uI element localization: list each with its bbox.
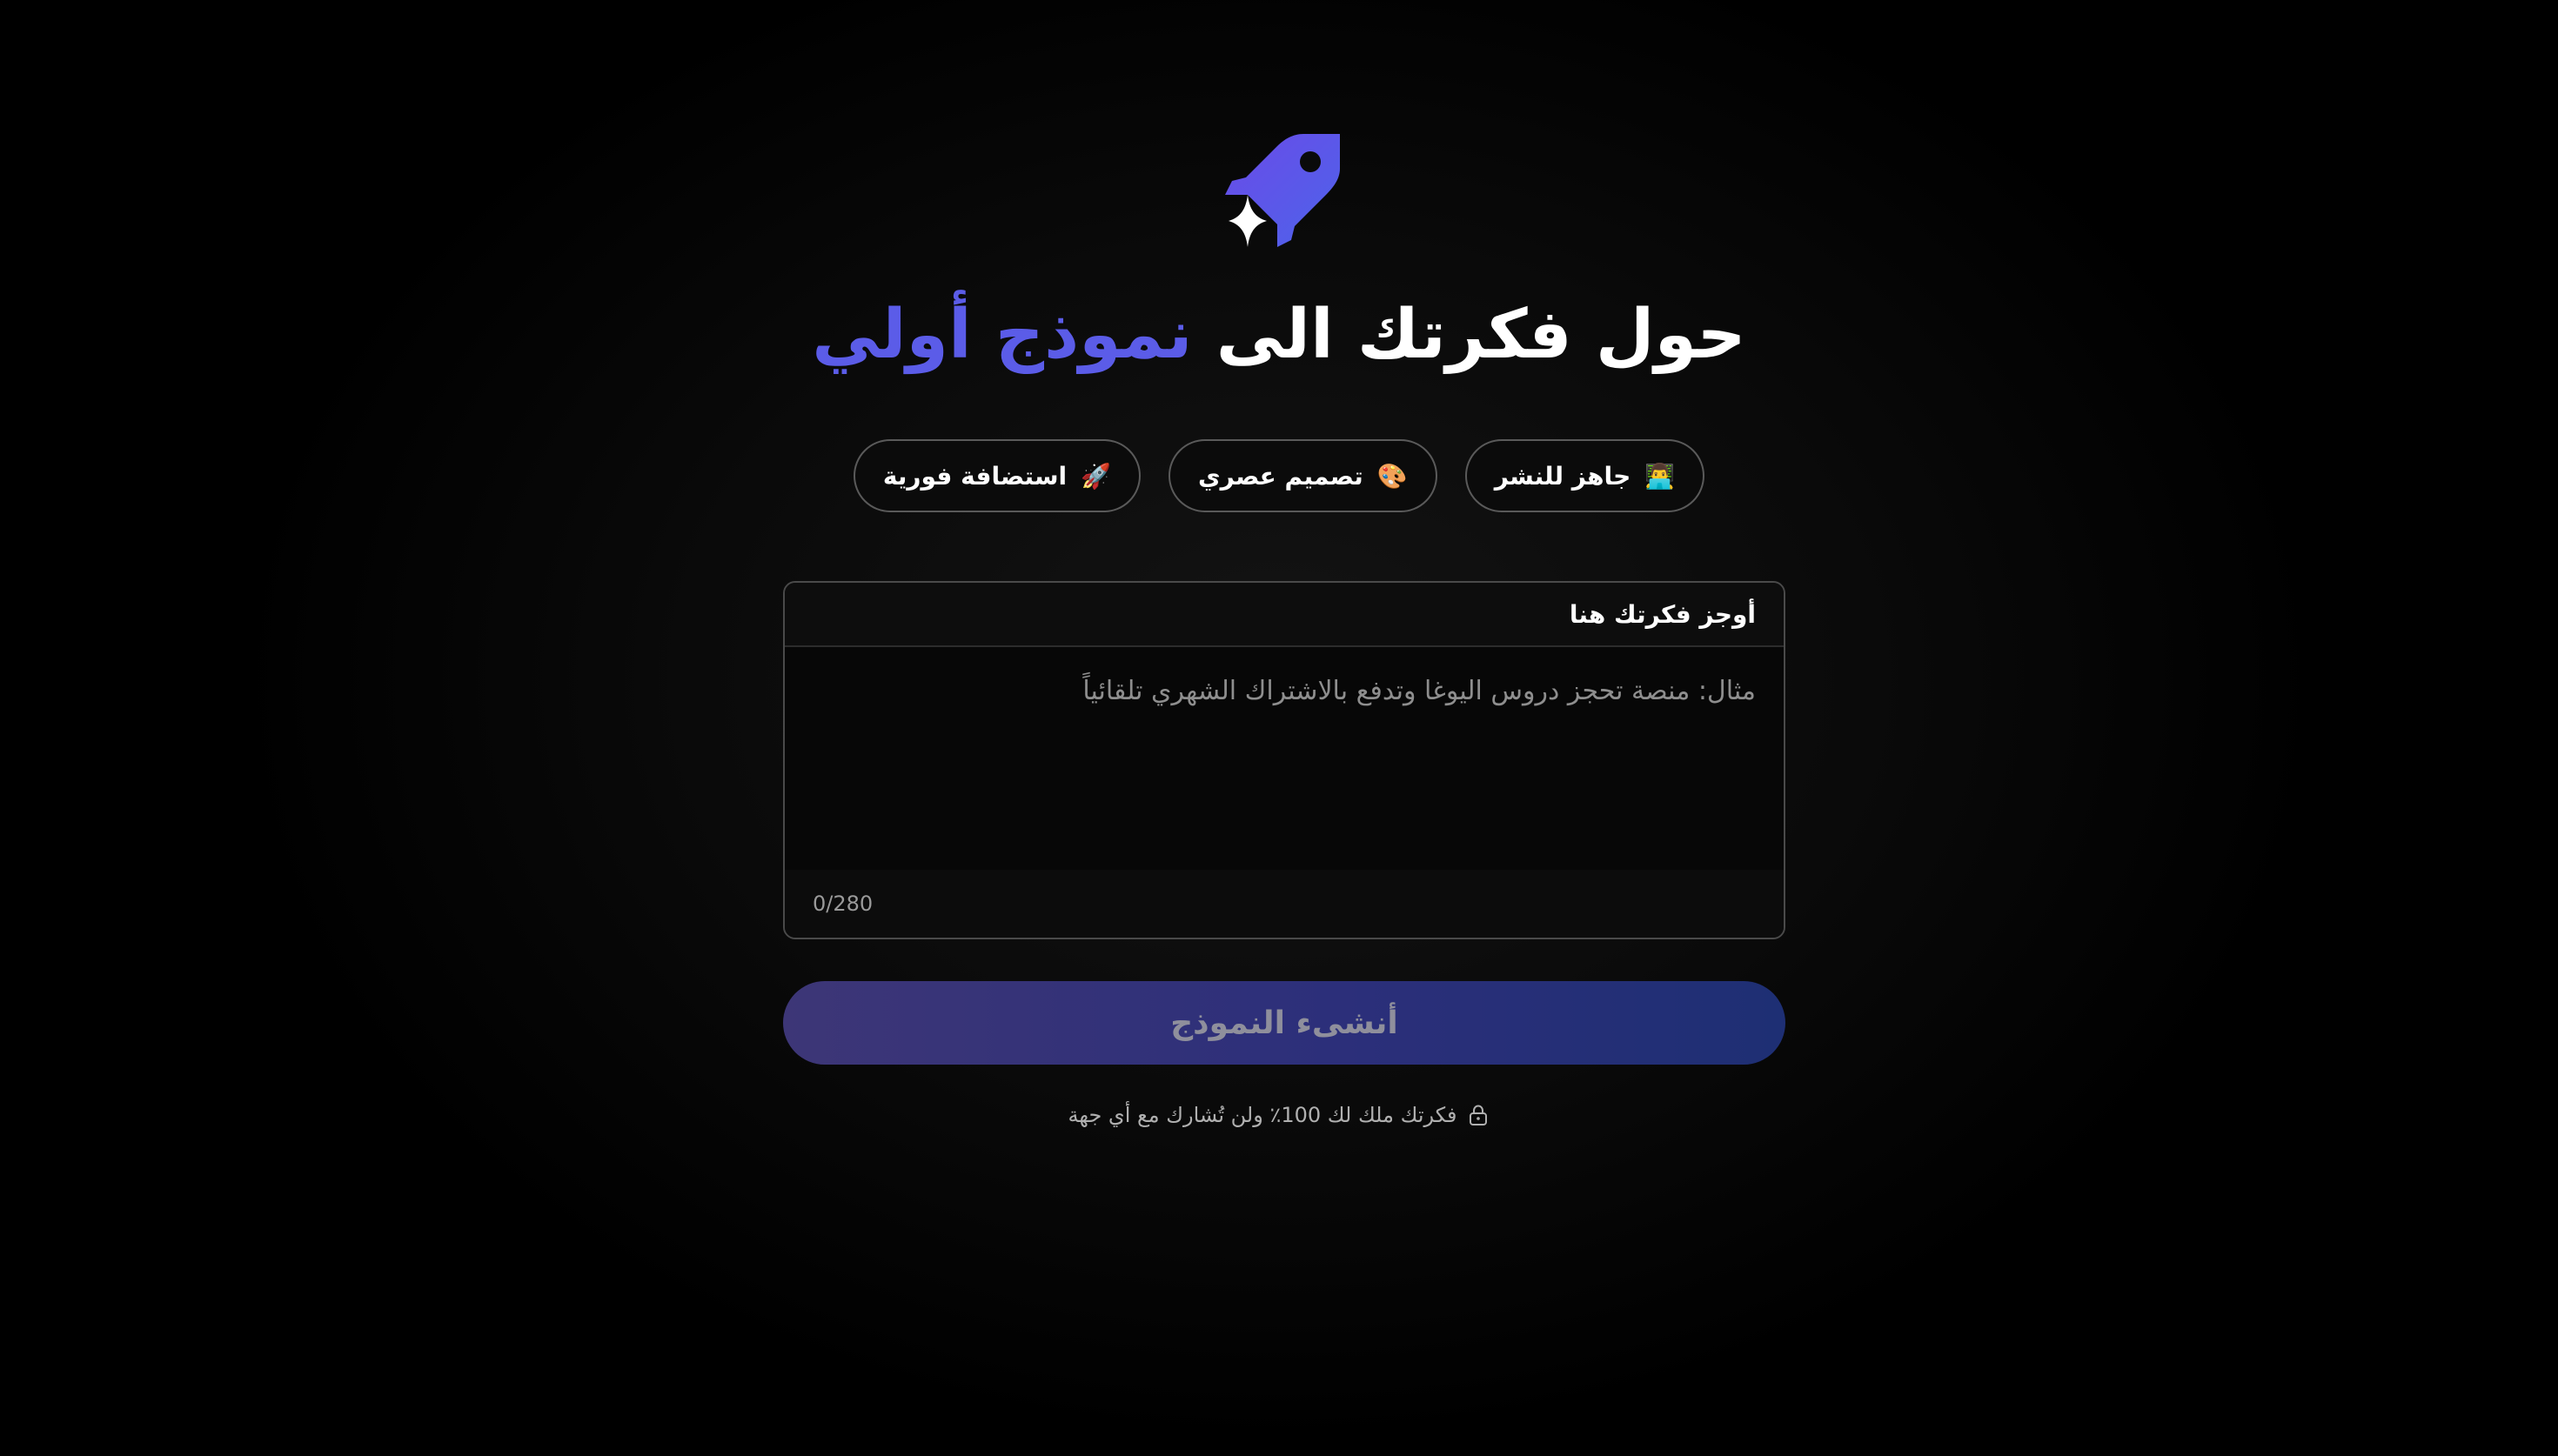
feature-chip-modern-design: 🎨 تصميم عصري bbox=[1169, 439, 1437, 512]
idea-label: أوجز فكرتك هنا bbox=[785, 583, 1784, 647]
character-counter: 0/280 bbox=[813, 892, 874, 916]
title-accent: نموذج أولي bbox=[812, 296, 1193, 374]
rocket-icon: 🚀 bbox=[1081, 461, 1111, 491]
privacy-text: فكرتك ملك لك 100٪ ولن تُشارك مع أي جهة bbox=[1068, 1103, 1457, 1127]
feature-chip-label: استضافة فورية bbox=[882, 461, 1068, 491]
feature-chip-deploy-ready: 👨‍💻 جاهز للنشر bbox=[1464, 439, 1705, 512]
feature-chip-label: تصميم عصري bbox=[1198, 461, 1363, 491]
palette-icon: 🎨 bbox=[1376, 461, 1408, 491]
idea-card: أوجز فكرتك هنا 0/280 bbox=[783, 581, 1785, 939]
feature-chip-instant-hosting: 🚀 استضافة فورية bbox=[853, 439, 1141, 512]
title-main: حول فكرتك الى bbox=[1192, 296, 1746, 374]
idea-footer: 0/280 bbox=[785, 870, 1784, 938]
feature-chips: 👨‍💻 جاهز للنشر 🎨 تصميم عصري 🚀 استضافة فو… bbox=[0, 439, 2558, 512]
page-title: حول فكرتك الى نموذج أولي bbox=[0, 287, 2558, 383]
privacy-note: فكرتك ملك لك 100٪ ولن تُشارك مع أي جهة bbox=[0, 1103, 2558, 1127]
lock-icon bbox=[1470, 1105, 1488, 1125]
idea-textarea[interactable] bbox=[785, 647, 1784, 870]
developer-icon: 👨‍💻 bbox=[1644, 461, 1676, 491]
generate-prototype-button[interactable]: أنشىء النموذج bbox=[783, 981, 1785, 1065]
rocket-sparkle-icon bbox=[1225, 134, 1340, 247]
landing-page: حول فكرتك الى نموذج أولي 👨‍💻 جاهز للنشر … bbox=[0, 0, 2558, 1456]
feature-chip-label: جاهز للنشر bbox=[1494, 461, 1631, 491]
